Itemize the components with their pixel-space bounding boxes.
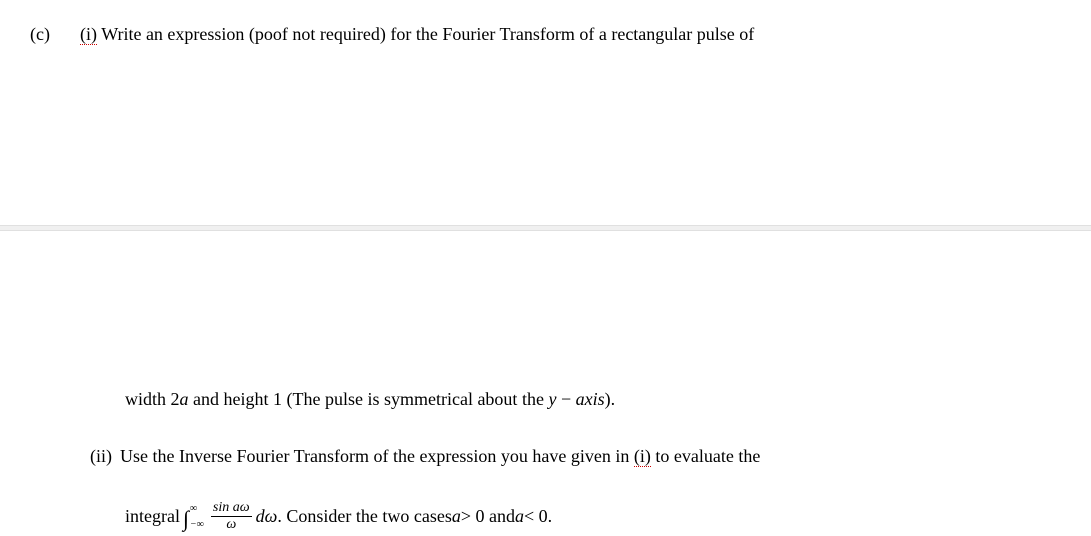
integral-line: integral ∫ ∞ −∞ sin aω ω dω. Consider th… [30,499,1061,534]
sub-ii-i-ref: (i) [634,446,651,467]
page-divider [0,225,1091,231]
sub-i-text: Write an expression (poof not required) … [101,24,754,44]
sub-ii-text-b: to evaluate the [651,446,760,466]
width-line: width 2a and height 1 (The pulse is symm… [30,385,1061,414]
part-i-line: (i) Write an expression (poof not requir… [80,20,1061,49]
integral-symbol: ∫ ∞ −∞ [183,499,204,534]
sub-ii-text-a: Use the Inverse Fourier Transform of the… [120,446,634,466]
fraction: sin aω ω [211,500,252,532]
sub-ii-label: (ii) [90,442,120,471]
part-label: (c) [30,20,80,49]
sub-i-label: (i) [80,24,97,45]
part-ii-line: (ii) Use the Inverse Fourier Transform o… [30,442,1061,471]
